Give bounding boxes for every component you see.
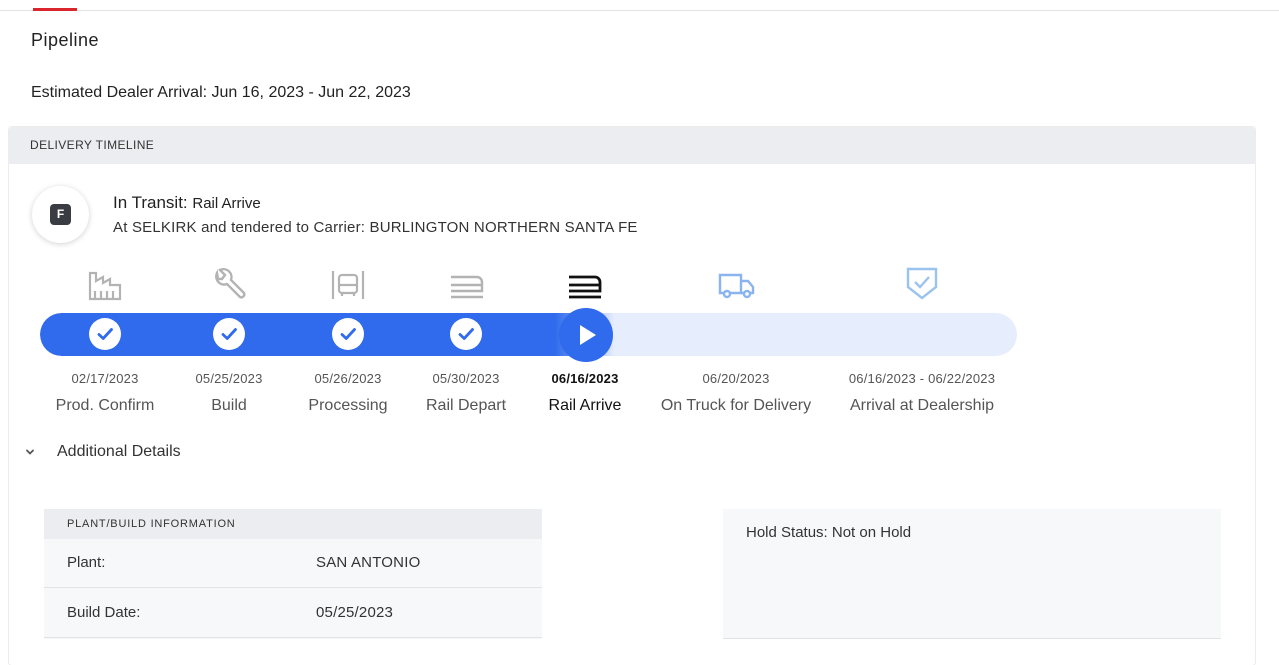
top-divider: [0, 10, 1279, 11]
plant-value: SAN ANTONIO: [316, 554, 421, 571]
status-sub: Rail Arrive: [192, 195, 261, 212]
build-date-row: Build Date: 05/25/2023: [44, 589, 542, 638]
step-date-on-truck: 06/20/2023: [702, 371, 770, 386]
hold-status: Hold Status: Not on Hold: [746, 524, 912, 541]
truck-icon: [718, 273, 755, 299]
build-date-value: 05/25/2023: [316, 604, 394, 621]
estimated-arrival: Estimated Dealer Arrival: Jun 16, 2023 -…: [31, 84, 411, 102]
shield-check-icon: [906, 267, 938, 300]
check-icon: [458, 328, 474, 340]
step-complete-check-1: [89, 318, 121, 350]
check-icon: [340, 328, 356, 340]
plant-row: Plant: SAN ANTONIO: [44, 539, 542, 588]
estimated-arrival-value: Jun 16, 2023 - Jun 22, 2023: [211, 84, 411, 101]
plant-build-header: PLANT/BUILD INFORMATION: [44, 509, 542, 539]
active-tab-indicator: [33, 8, 77, 11]
estimated-arrival-label: Estimated Dealer Arrival:: [31, 84, 208, 101]
rail-arrive-icon: [569, 275, 602, 299]
plant-build-panel: PLANT/BUILD INFORMATION Plant: SAN ANTON…: [44, 509, 542, 639]
status-title: In Transit: Rail Arrive: [113, 193, 261, 213]
status-main: In Transit:: [113, 193, 188, 212]
car-processing-icon: [331, 271, 365, 299]
step-complete-check-3: [332, 318, 364, 350]
status-badge: F: [32, 186, 89, 243]
progress-fill: [40, 313, 614, 356]
delivery-timeline-header: DELIVERY TIMELINE: [9, 127, 1255, 164]
progress-track: [40, 313, 1017, 356]
wrench-icon: [215, 268, 246, 299]
chevron-down-icon: [26, 449, 34, 455]
page-title: Pipeline: [31, 30, 100, 50]
check-icon: [221, 328, 237, 340]
factory-icon: [88, 271, 122, 301]
delivery-timeline-card: DELIVERY TIMELINE F In Transit: Rail Arr…: [8, 126, 1256, 665]
hold-status-panel: Hold Status: Not on Hold: [723, 509, 1221, 639]
step-complete-check-2: [213, 318, 245, 350]
build-date-key: Build Date:: [67, 604, 141, 621]
additional-details-label: Additional Details: [57, 443, 181, 460]
check-icon: [97, 328, 113, 340]
step-complete-check-4: [450, 318, 482, 350]
play-icon: [580, 325, 596, 345]
status-detail: At SELKIRK and tendered to Carrier: BURL…: [113, 219, 638, 236]
step-date-arrival: 06/16/2023 - 06/22/2023: [848, 371, 996, 386]
rail-depart-icon: [451, 275, 484, 299]
step-label-arrival: Arrival at Dealership: [849, 397, 995, 414]
current-step-marker: [559, 308, 613, 362]
status-letter: F: [50, 204, 71, 225]
plant-key: Plant:: [67, 554, 106, 571]
step-label-on-truck: On Truck for Delivery: [660, 397, 812, 414]
